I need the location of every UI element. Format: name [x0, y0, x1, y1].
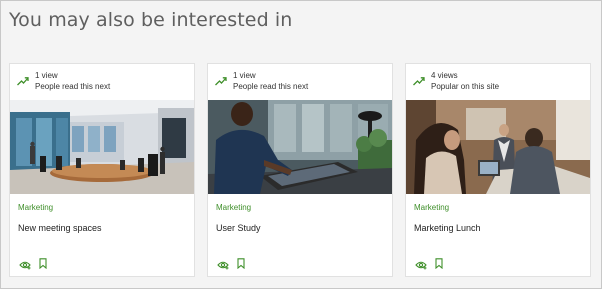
view-count: 1 view	[35, 71, 58, 80]
recommendation-reason: Popular on this site	[431, 82, 500, 91]
recommendation-reason: People read this next	[233, 82, 309, 91]
bookmark-icon[interactable]	[39, 258, 47, 269]
follow-icon[interactable]	[415, 260, 427, 270]
card-header: 1 view People read this next	[208, 64, 392, 100]
news-card-user-study[interactable]: 1 view People read this next Marketing U…	[207, 63, 393, 277]
section-heading: You may also be interested in	[9, 9, 293, 31]
user-study-image[interactable]	[208, 100, 392, 194]
card-category[interactable]: Marketing	[216, 203, 251, 212]
meeting-image[interactable]	[406, 100, 590, 194]
bookmark-icon[interactable]	[435, 258, 443, 269]
card-header: 4 views Popular on this site	[406, 64, 590, 100]
news-card-new-meeting-spaces[interactable]: 1 view People read this next Marketing N…	[9, 63, 195, 277]
bookmark-icon[interactable]	[237, 258, 245, 269]
conference-room-image[interactable]	[10, 100, 194, 194]
news-card-marketing-lunch[interactable]: 4 views Popular on this site Marketing M…	[405, 63, 591, 277]
trending-icon	[413, 77, 425, 86]
view-count: 4 views	[431, 71, 458, 80]
follow-icon[interactable]	[19, 260, 31, 270]
recommendation-reason: People read this next	[35, 82, 111, 91]
card-title[interactable]: New meeting spaces	[18, 223, 102, 233]
card-title[interactable]: Marketing Lunch	[414, 223, 481, 233]
interest-section: You may also be interested in 1 view Peo…	[0, 0, 602, 289]
trending-icon	[215, 77, 227, 86]
card-title[interactable]: User Study	[216, 223, 261, 233]
card-category[interactable]: Marketing	[414, 203, 449, 212]
follow-icon[interactable]	[217, 260, 229, 270]
card-category[interactable]: Marketing	[18, 203, 53, 212]
card-header: 1 view People read this next	[10, 64, 194, 100]
view-count: 1 view	[233, 71, 256, 80]
trending-icon	[17, 77, 29, 86]
